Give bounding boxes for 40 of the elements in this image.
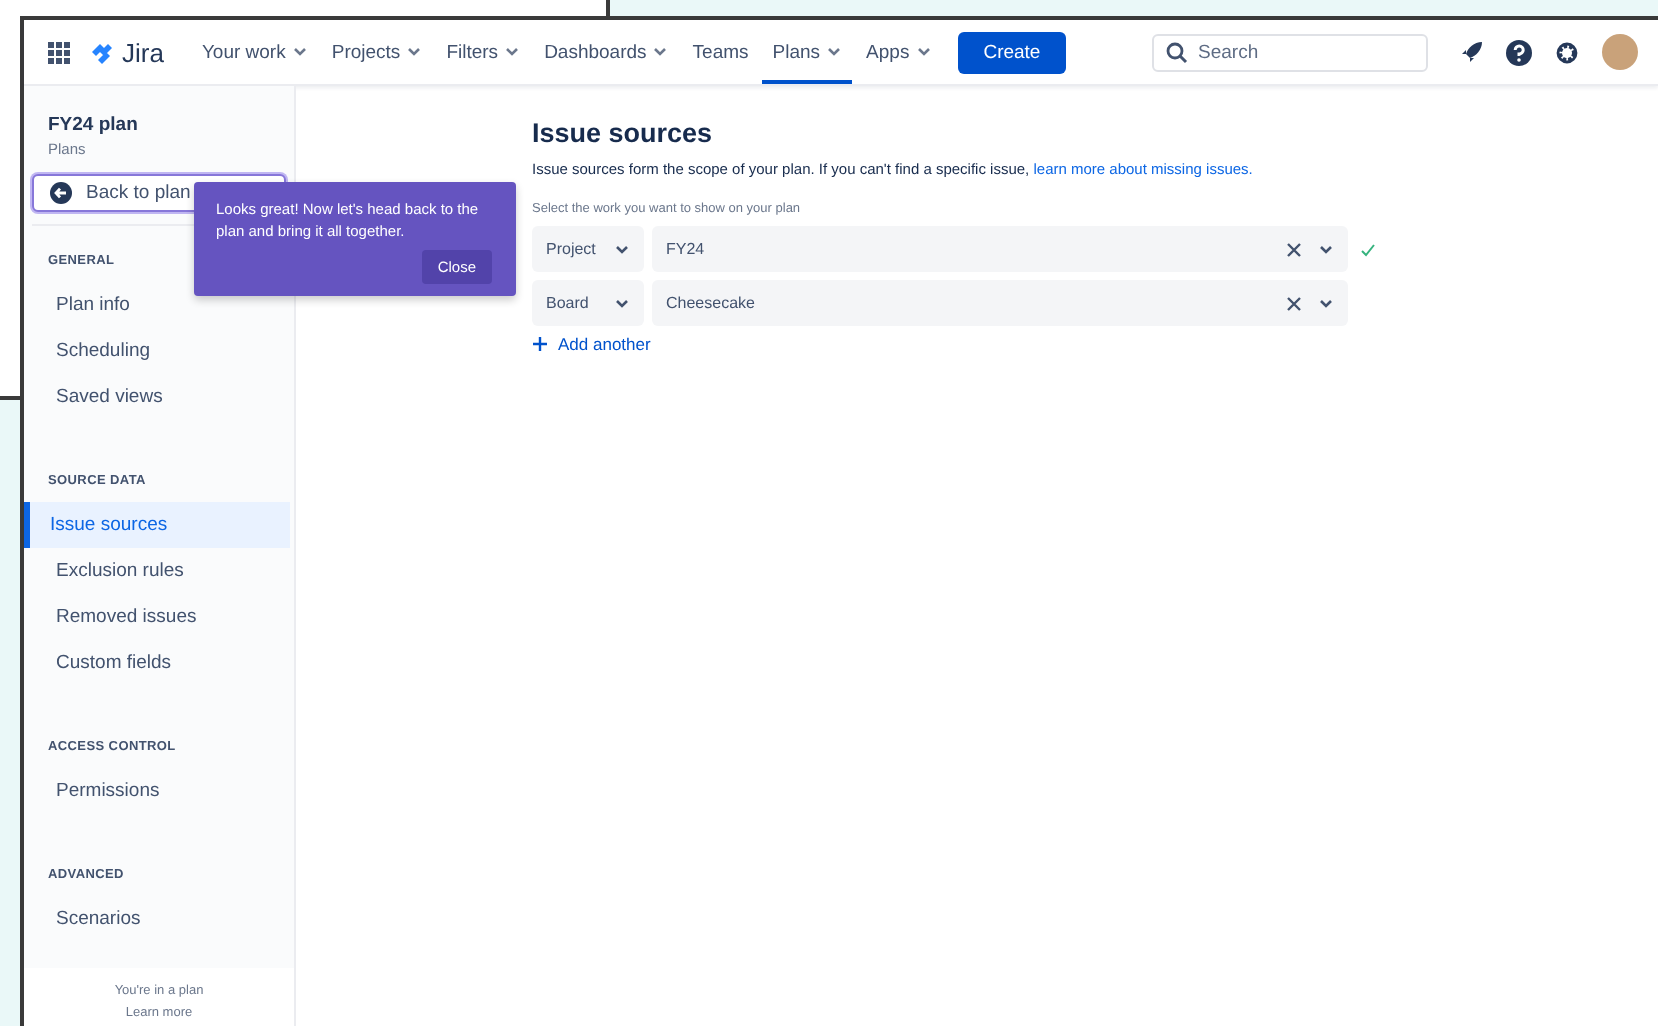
sidebar-item[interactable]: Saved views bbox=[24, 374, 290, 420]
sidebar-item[interactable]: Issue sources bbox=[24, 502, 290, 548]
app-grid-icon[interactable] bbox=[48, 41, 70, 63]
help-icon bbox=[1506, 39, 1532, 65]
sidebar-item[interactable]: Scheduling bbox=[24, 328, 290, 374]
selected-value: FY24 bbox=[666, 240, 707, 258]
chevron-down-icon bbox=[614, 241, 630, 257]
arrow-left-icon bbox=[50, 181, 72, 204]
sidebar-item[interactable]: Removed issues bbox=[24, 594, 290, 640]
source-type-dropdown[interactable]: Project bbox=[532, 226, 644, 272]
selected-value: Cheesecake bbox=[666, 294, 757, 312]
nav-menu-item[interactable]: Teams bbox=[682, 20, 759, 84]
nav-menu-item[interactable]: Apps bbox=[856, 20, 942, 84]
clear-icon bbox=[1286, 295, 1302, 311]
page-title: Issue sources bbox=[532, 118, 715, 148]
sidebar-item[interactable]: Custom fields bbox=[24, 640, 290, 686]
rocket-icon bbox=[1460, 40, 1484, 64]
source-type-dropdown[interactable]: Board bbox=[532, 280, 644, 326]
sidebar-item[interactable]: Scenarios bbox=[24, 896, 290, 942]
nav-menu-item[interactable]: Your work bbox=[191, 20, 318, 84]
source-value-dropdown[interactable]: FY24 bbox=[652, 226, 1348, 272]
add-another-button[interactable]: Add another bbox=[532, 334, 651, 354]
settings-icon bbox=[1554, 39, 1580, 65]
plus-icon bbox=[532, 336, 548, 352]
plan-title: FY24 plan bbox=[46, 114, 140, 136]
nav-menu-item[interactable]: Dashboards bbox=[534, 20, 679, 84]
create-button[interactable]: Create bbox=[957, 31, 1067, 73]
clear-icon bbox=[1286, 241, 1302, 257]
source-value-dropdown[interactable]: Cheesecake bbox=[652, 280, 1348, 326]
nav-menu-item[interactable]: Plans bbox=[762, 20, 853, 84]
chevron-down-icon bbox=[1318, 241, 1334, 257]
sidebar-item[interactable]: Plan info bbox=[24, 282, 290, 328]
chevron-down-icon bbox=[614, 295, 630, 311]
nav-menu-item[interactable]: Filters bbox=[436, 20, 531, 84]
chevron-down-icon bbox=[1318, 295, 1334, 311]
sidebar-item[interactable]: Permissions bbox=[24, 768, 290, 814]
jira-logo[interactable]: Jira bbox=[88, 37, 164, 67]
search-field[interactable]: Search bbox=[1152, 33, 1428, 71]
sidebar-item[interactable]: Exclusion rules bbox=[24, 548, 290, 594]
nav-menu-item[interactable]: Projects bbox=[321, 20, 433, 84]
